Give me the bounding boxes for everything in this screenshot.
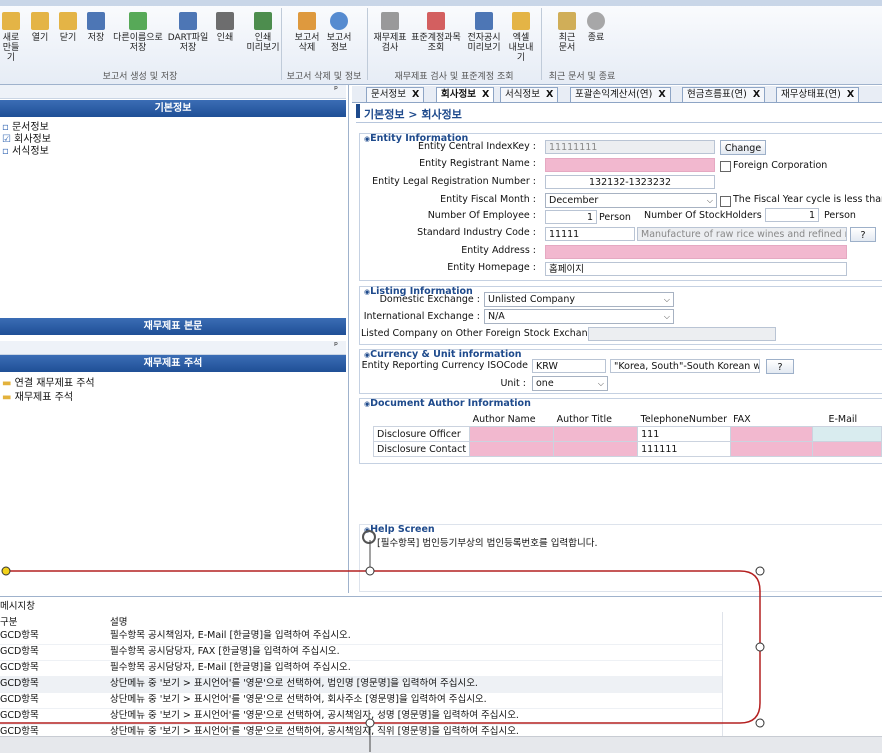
path-handle[interactable] bbox=[755, 642, 765, 652]
path-handle[interactable] bbox=[755, 718, 765, 728]
path-handle[interactable] bbox=[365, 718, 375, 728]
path-handle[interactable] bbox=[755, 566, 765, 576]
path-handle[interactable] bbox=[365, 566, 375, 576]
yellow-handle[interactable] bbox=[1, 566, 11, 576]
annotation-overlay bbox=[0, 540, 765, 752]
red-annotation-path bbox=[0, 570, 761, 724]
